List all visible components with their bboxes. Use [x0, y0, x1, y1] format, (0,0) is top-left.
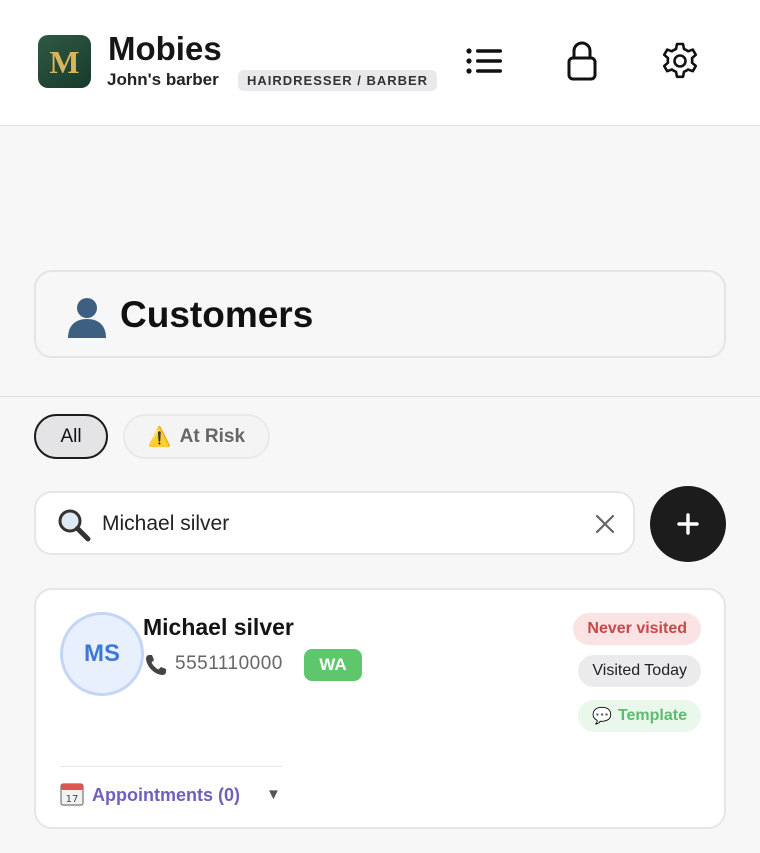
- customer-name: Michael silver: [143, 614, 294, 640]
- person-silhouette-icon: [64, 294, 110, 338]
- appointments-divider: [60, 766, 282, 767]
- never-visited-badge: Never visited: [573, 613, 701, 645]
- customer-card[interactable]: MS Michael silver 5551110000 WA Never vi…: [34, 588, 726, 829]
- search-icon: [56, 507, 92, 543]
- never-visited-label: Never visited: [587, 620, 687, 637]
- avatar: MS: [60, 612, 144, 696]
- lock-icon[interactable]: [561, 40, 603, 82]
- chevron-down-icon[interactable]: ▼: [266, 786, 281, 803]
- speech-bubble-icon: 💬: [592, 708, 612, 725]
- filter-all-chip[interactable]: All: [34, 414, 108, 459]
- add-customer-button[interactable]: [650, 486, 726, 562]
- warning-icon: ⚠️: [147, 426, 172, 448]
- customer-phone: 5551110000: [175, 653, 283, 674]
- gear-icon[interactable]: [659, 40, 701, 82]
- search-box: [34, 491, 635, 555]
- template-label: Template: [617, 707, 687, 724]
- business-category-badge: HAIRDRESSER / BARBER: [238, 70, 438, 91]
- filter-at-risk-label: At Risk: [179, 425, 246, 447]
- app-logo: M: [38, 35, 91, 88]
- list-icon[interactable]: [463, 40, 505, 82]
- search-input[interactable]: [102, 507, 572, 541]
- template-button[interactable]: 💬 Template: [578, 700, 701, 732]
- page-title: Customers: [120, 294, 314, 335]
- visited-today-button[interactable]: Visited Today: [578, 655, 701, 687]
- business-name: John's barber: [107, 70, 219, 89]
- visited-today-label: Visited Today: [592, 662, 687, 679]
- logo-letter: M: [49, 43, 80, 80]
- whatsapp-label: WA: [319, 655, 347, 674]
- plus-icon: [677, 513, 699, 535]
- whatsapp-button[interactable]: WA: [304, 649, 362, 681]
- filter-all-label: All: [60, 425, 82, 447]
- svg-text:17: 17: [66, 794, 79, 805]
- filter-at-risk-chip[interactable]: ⚠️ At Risk: [123, 414, 270, 459]
- clear-search-icon[interactable]: [592, 511, 618, 537]
- page-title-card: Customers: [34, 270, 726, 358]
- section-divider: [0, 396, 760, 397]
- app-header: M Mobies John's barber HAIRDRESSER / BAR…: [0, 0, 760, 126]
- avatar-initials: MS: [84, 640, 120, 667]
- appointments-toggle[interactable]: Appointments (0): [92, 785, 240, 806]
- phone-icon: [143, 652, 169, 678]
- calendar-icon: 17: [60, 782, 84, 806]
- app-title: Mobies: [108, 30, 222, 67]
